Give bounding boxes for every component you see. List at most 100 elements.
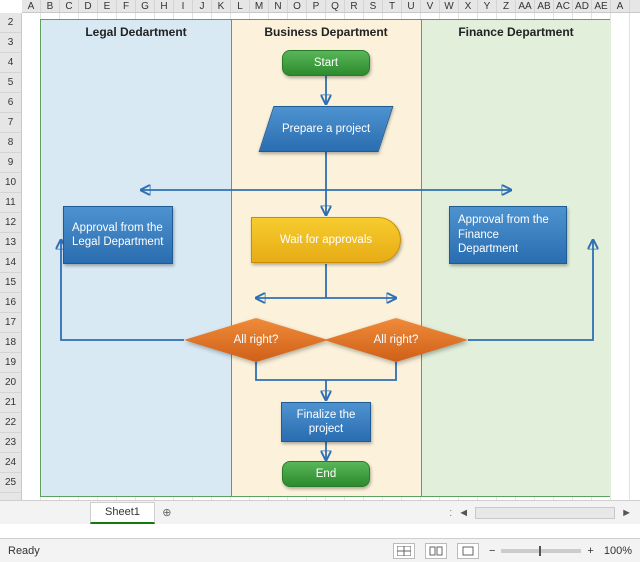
row-header[interactable]: 12 xyxy=(0,213,21,233)
col-header[interactable]: L xyxy=(231,0,250,12)
row-header[interactable]: 10 xyxy=(0,173,21,193)
col-header[interactable]: R xyxy=(345,0,364,12)
row-header[interactable]: 14 xyxy=(0,253,21,273)
shape-start-label: Start xyxy=(314,56,338,70)
col-header[interactable]: AC xyxy=(554,0,573,12)
view-page-layout-button[interactable] xyxy=(425,543,447,559)
scroll-right-button[interactable]: ► xyxy=(621,507,632,519)
col-header[interactable]: Z xyxy=(497,0,516,12)
col-header[interactable]: D xyxy=(79,0,98,12)
shape-approval-finance[interactable]: Approval from the Finance Department xyxy=(449,206,567,264)
col-header[interactable]: N xyxy=(269,0,288,12)
view-normal-button[interactable] xyxy=(393,543,415,559)
plus-icon: ⊕ xyxy=(162,506,171,519)
shape-decision-left[interactable]: All right? xyxy=(184,318,328,362)
col-header[interactable]: O xyxy=(288,0,307,12)
zoom-out-button[interactable]: − xyxy=(489,545,495,557)
col-header[interactable]: S xyxy=(364,0,383,12)
row-header[interactable]: 9 xyxy=(0,153,21,173)
shape-decision-right[interactable]: All right? xyxy=(324,318,468,362)
scroll-sep: : xyxy=(449,507,452,519)
swimlane-container: Legal Dedartment Business Department Fin… xyxy=(40,19,610,497)
col-header[interactable]: T xyxy=(383,0,402,12)
shape-approval-finance-label: Approval from the Finance Department xyxy=(458,213,562,256)
col-header[interactable]: AE xyxy=(592,0,611,12)
col-header[interactable]: W xyxy=(440,0,459,12)
col-header[interactable]: C xyxy=(60,0,79,12)
status-bar: Ready − + 100% xyxy=(0,538,640,562)
row-header[interactable]: 4 xyxy=(0,53,21,73)
row-header[interactable]: 23 xyxy=(0,433,21,453)
row-headers: 2345678910111213141516171819202122232425 xyxy=(0,13,22,500)
col-header[interactable]: G xyxy=(136,0,155,12)
row-header[interactable]: 16 xyxy=(0,293,21,313)
col-header[interactable]: X xyxy=(459,0,478,12)
col-header[interactable]: V xyxy=(421,0,440,12)
zoom-in-button[interactable]: + xyxy=(587,545,593,557)
horizontal-scrollbar[interactable] xyxy=(475,507,615,519)
row-header[interactable]: 6 xyxy=(0,93,21,113)
add-sheet-button[interactable]: ⊕ xyxy=(155,502,179,524)
col-header[interactable]: Q xyxy=(326,0,345,12)
scroll-left-button[interactable]: ◄ xyxy=(458,507,469,519)
row-header[interactable]: 22 xyxy=(0,413,21,433)
row-header[interactable]: 20 xyxy=(0,373,21,393)
shape-wait[interactable]: Wait for approvals xyxy=(251,217,401,263)
row-header[interactable]: 19 xyxy=(0,353,21,373)
zoom-track[interactable] xyxy=(501,549,581,553)
col-header[interactable]: AA xyxy=(516,0,535,12)
row-header[interactable]: 21 xyxy=(0,393,21,413)
shape-start[interactable]: Start xyxy=(282,50,370,76)
sheet-tab-1[interactable]: Sheet1 xyxy=(90,502,155,524)
shape-decision-left-label: All right? xyxy=(184,318,328,362)
col-header[interactable]: K xyxy=(212,0,231,12)
shape-finalize[interactable]: Finalize the project xyxy=(281,402,371,442)
row-header[interactable]: 3 xyxy=(0,33,21,53)
col-header[interactable]: AB xyxy=(535,0,554,12)
zoom-slider[interactable]: − + xyxy=(489,545,594,557)
col-header[interactable]: U xyxy=(402,0,421,12)
sheet-tab-1-label: Sheet1 xyxy=(105,506,140,518)
shape-approval-legal[interactable]: Approval from the Legal Department xyxy=(63,206,173,264)
col-header[interactable]: A xyxy=(22,0,41,12)
lane-finance-title: Finance Department xyxy=(421,20,611,39)
col-header[interactable]: Y xyxy=(478,0,497,12)
row-header[interactable]: 18 xyxy=(0,333,21,353)
row-header[interactable]: 11 xyxy=(0,193,21,213)
row-header[interactable]: 8 xyxy=(0,133,21,153)
shape-prepare-label: Prepare a project xyxy=(282,122,370,136)
lane-business-title: Business Department xyxy=(231,20,421,39)
row-header[interactable]: 24 xyxy=(0,453,21,473)
shape-prepare[interactable]: Prepare a project xyxy=(259,106,394,152)
lane-separator xyxy=(421,20,422,496)
col-header[interactable]: F xyxy=(117,0,136,12)
col-header[interactable]: H xyxy=(155,0,174,12)
sheet-tabbar: Sheet1 ⊕ : ◄ ► xyxy=(0,500,640,524)
row-header[interactable]: 7 xyxy=(0,113,21,133)
worksheet-grid[interactable]: Legal Dedartment Business Department Fin… xyxy=(22,13,640,500)
row-header[interactable]: 17 xyxy=(0,313,21,333)
col-header[interactable]: M xyxy=(250,0,269,12)
column-headers: ABCDEFGHIJKLMNOPQRSTUVWXYZAAABACADAEA xyxy=(22,0,640,13)
lane-separator xyxy=(231,20,232,496)
page-layout-icon xyxy=(429,546,443,556)
row-header[interactable]: 2 xyxy=(0,13,21,33)
view-page-break-button[interactable] xyxy=(457,543,479,559)
page-break-icon xyxy=(461,546,475,556)
col-header[interactable]: B xyxy=(41,0,60,12)
row-header[interactable]: 15 xyxy=(0,273,21,293)
col-header[interactable]: P xyxy=(307,0,326,12)
col-header[interactable]: AD xyxy=(573,0,592,12)
shape-end-label: End xyxy=(316,467,336,481)
col-header[interactable]: I xyxy=(174,0,193,12)
col-header[interactable]: J xyxy=(193,0,212,12)
zoom-level[interactable]: 100% xyxy=(604,545,632,557)
row-header[interactable]: 5 xyxy=(0,73,21,93)
row-header[interactable]: 13 xyxy=(0,233,21,253)
col-header[interactable]: A xyxy=(611,0,630,12)
shape-wait-label: Wait for approvals xyxy=(280,233,372,247)
col-header[interactable]: E xyxy=(98,0,117,12)
shape-finalize-label: Finalize the project xyxy=(286,408,366,437)
shape-end[interactable]: End xyxy=(282,461,370,487)
row-header[interactable]: 25 xyxy=(0,473,21,493)
